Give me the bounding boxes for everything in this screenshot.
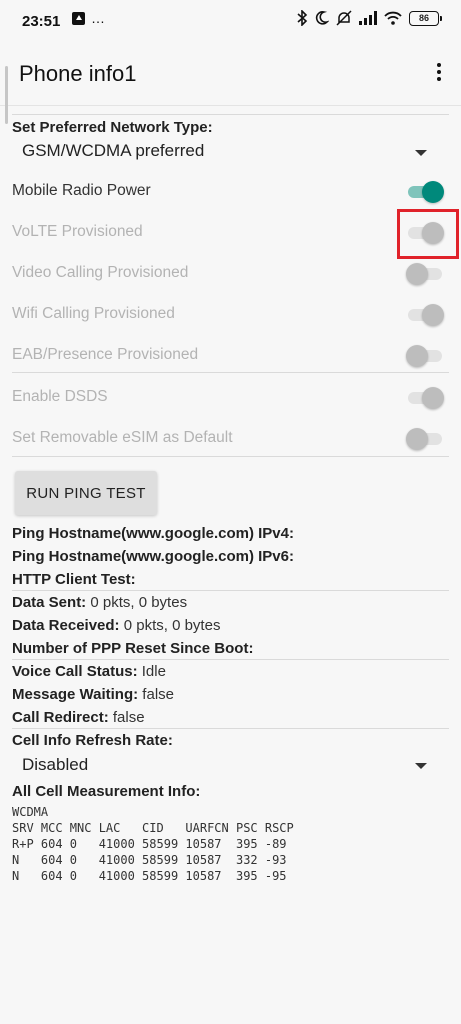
divider [12, 728, 449, 729]
divider [12, 456, 449, 457]
cell-table-row: R+P 604 0 41000 58599 10587 395 -89 [12, 837, 287, 851]
switch-label: Enable DSDS [12, 388, 108, 405]
switch-row-mobile-radio-power[interactable]: Mobile Radio Power [0, 172, 461, 212]
status-system-icons: 86 [297, 10, 442, 26]
refresh-rate-spinner[interactable]: Disabled [0, 752, 461, 782]
divider [12, 114, 449, 115]
highlight-annotation-box [397, 209, 459, 259]
eab-presence-switch[interactable] [406, 344, 444, 368]
moon-icon [315, 11, 329, 25]
switch-label: EAB/Presence Provisioned [12, 346, 199, 363]
divider [12, 590, 449, 591]
scroll-indicator [5, 66, 8, 124]
signal-icon [359, 11, 377, 25]
cell-table-row: N 604 0 41000 58599 10587 332 -93 [12, 853, 287, 867]
switch-row-video-calling[interactable]: Video Calling Provisioned [0, 254, 461, 294]
status-time: 23:51 [22, 13, 61, 30]
ppp-reset-label: Number of PPP Reset Since Boot: [12, 640, 254, 657]
data-received-info: Data Received: 0 pkts, 0 bytes [12, 617, 221, 634]
data-sent-info: Data Sent: 0 pkts, 0 bytes [12, 594, 188, 611]
cell-table-header: SRV MCC MNC LAC CID UARFCN PSC RSCP [12, 821, 294, 835]
bluetooth-icon [297, 10, 308, 26]
switch-row-enable-dsds[interactable]: Enable DSDS [0, 378, 461, 418]
chevron-down-icon [415, 763, 427, 769]
status-bar: 23:51 … 86 [0, 0, 461, 42]
divider [12, 372, 449, 373]
switch-row-eab-presence[interactable]: EAB/Presence Provisioned [0, 336, 461, 376]
ping-ipv6-label: Ping Hostname(www.google.com) IPv6: [12, 548, 294, 565]
app-bar: Phone info1 [0, 42, 461, 106]
status-notification-icons: … [72, 10, 106, 26]
more-notifications-icon: … [91, 10, 106, 26]
divider [12, 659, 449, 660]
switch-row-wifi-calling[interactable]: Wifi Calling Provisioned [0, 295, 461, 335]
switch-label: Set Removable eSIM as Default [12, 429, 233, 446]
video-calling-switch[interactable] [406, 262, 444, 286]
removable-esim-switch[interactable] [406, 427, 444, 451]
page-title: Phone info1 [19, 61, 137, 86]
network-type-label: Set Preferred Network Type: [12, 119, 213, 136]
run-ping-test-button[interactable]: RUN PING TEST [15, 471, 157, 515]
ping-ipv4-label: Ping Hostname(www.google.com) IPv4: [12, 525, 294, 542]
http-client-test-label: HTTP Client Test: [12, 571, 136, 588]
message-waiting-info: Message Waiting: false [12, 686, 174, 703]
upload-notification-icon [72, 12, 85, 25]
enable-dsds-switch[interactable] [406, 386, 444, 410]
muted-icon [336, 10, 352, 26]
mobile-radio-power-switch[interactable] [406, 180, 444, 204]
wifi-calling-switch[interactable] [406, 303, 444, 327]
switch-row-removable-esim[interactable]: Set Removable eSIM as Default [0, 419, 461, 459]
refresh-rate-label: Cell Info Refresh Rate: [12, 732, 173, 749]
cell-table-row: N 604 0 41000 58599 10587 395 -95 [12, 869, 287, 883]
wifi-icon [384, 11, 402, 25]
network-type-value: GSM/WCDMA preferred [22, 141, 205, 160]
voice-call-status-info: Voice Call Status: Idle [12, 663, 166, 680]
switch-row-volte-provisioned[interactable]: VoLTE Provisioned [0, 213, 461, 253]
switch-label: Wifi Calling Provisioned [12, 305, 175, 322]
switch-label: Mobile Radio Power [12, 182, 151, 199]
cell-rat: WCDMA [12, 805, 49, 819]
switch-label: Video Calling Provisioned [12, 264, 189, 281]
network-type-spinner[interactable]: GSM/WCDMA preferred [0, 136, 461, 168]
call-redirect-info: Call Redirect: false [12, 709, 145, 726]
battery-icon: 86 [409, 10, 442, 26]
refresh-rate-value: Disabled [22, 755, 89, 774]
chevron-down-icon [415, 150, 427, 156]
switch-label: VoLTE Provisioned [12, 223, 143, 240]
cell-measurement-label: All Cell Measurement Info: [12, 783, 201, 800]
overflow-menu-icon[interactable] [429, 58, 449, 86]
